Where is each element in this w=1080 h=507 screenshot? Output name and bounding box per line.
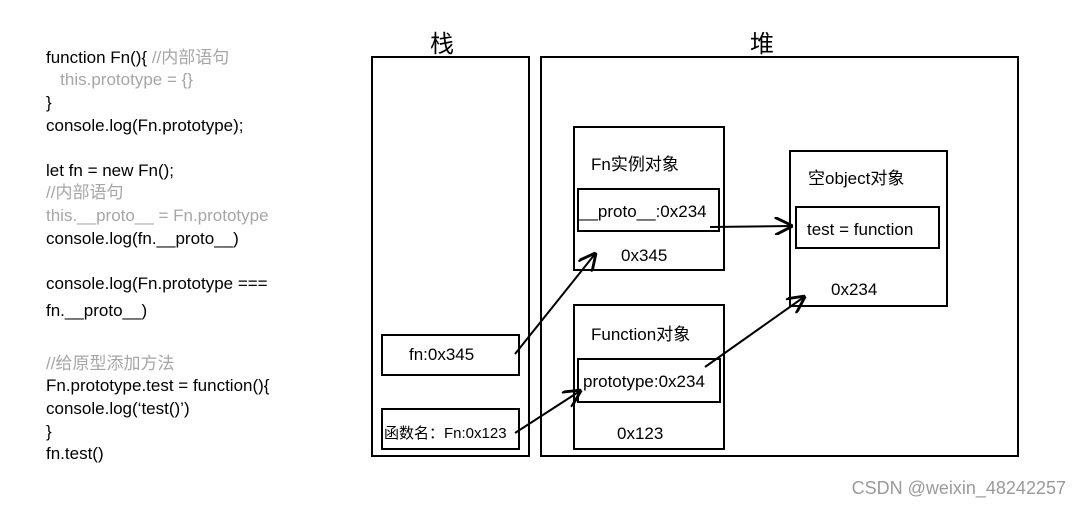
arrows-layer [514,0,1080,434]
arrow-proto-to-object [709,226,791,227]
arrow-fnname-to-function [514,391,580,434]
watermark: CSDN @weixin_48242257 [851,478,1066,498]
arrow-fn-to-instance [514,254,595,355]
arrow-prototype-to-object [704,297,804,368]
